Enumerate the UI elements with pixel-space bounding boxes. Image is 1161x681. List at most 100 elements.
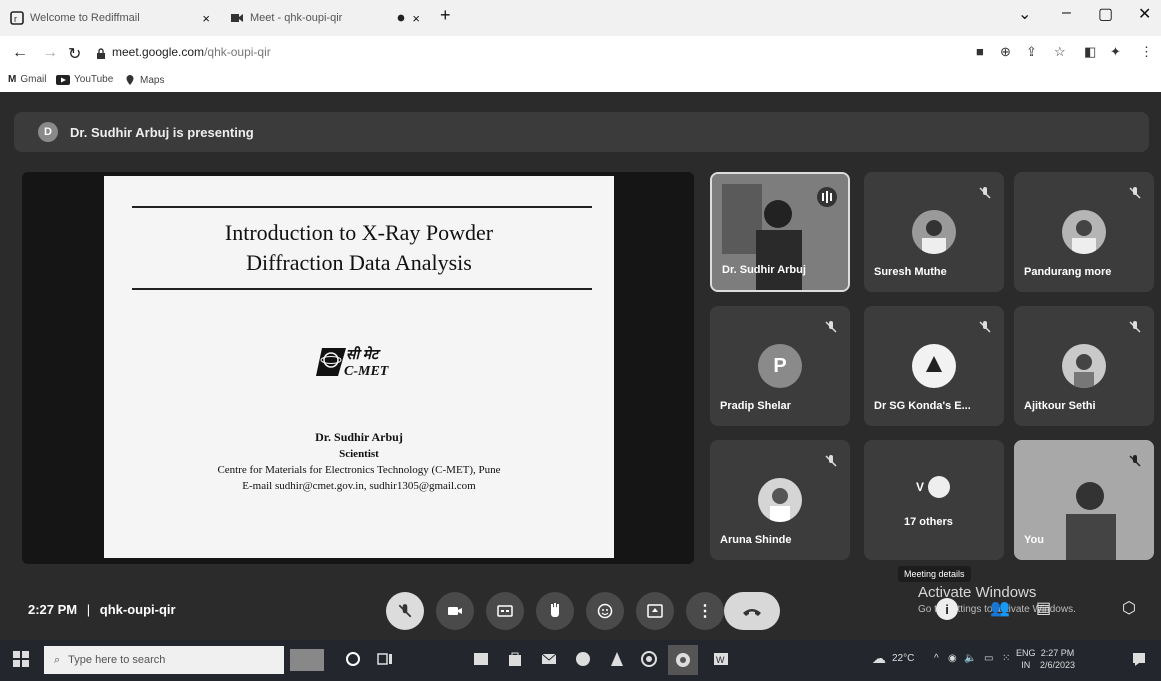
sidepanel-icon[interactable]: ◧ bbox=[1084, 44, 1096, 60]
chrome-active-app[interactable] bbox=[668, 645, 698, 675]
participant-name: 17 others bbox=[904, 516, 953, 528]
cmet-logo-icon: सी मेट C-MET bbox=[316, 346, 390, 379]
tab-rediffmail[interactable]: r Welcome to Rediffmail × bbox=[10, 6, 210, 30]
presentation-slide: Introduction to X-Ray Powder Diffraction… bbox=[104, 176, 614, 558]
more-options-button[interactable]: ⋮ bbox=[686, 592, 724, 630]
menu-kebab-icon[interactable]: ⋮ bbox=[1140, 44, 1153, 60]
maximize-button[interactable]: ▢ bbox=[1098, 4, 1113, 24]
participant-avatar bbox=[912, 344, 956, 388]
forward-arrow-icon[interactable]: → bbox=[42, 44, 58, 62]
tab-meet[interactable]: Meet - qhk-oupi-qir × bbox=[230, 6, 420, 30]
cortana-icon[interactable] bbox=[344, 650, 362, 668]
slide-title-line2: Diffraction Data Analysis bbox=[246, 250, 472, 275]
participant-tile[interactable]: Suresh Muthe bbox=[864, 172, 1004, 292]
bookmark-label: Maps bbox=[140, 74, 165, 86]
logo-hindi-text: सी मेट bbox=[346, 346, 381, 363]
share-icon[interactable]: ⇪ bbox=[1026, 44, 1037, 60]
bookmark-gmail[interactable]: M Gmail bbox=[8, 74, 46, 85]
participant-tile[interactable]: P Pradip Shelar bbox=[710, 306, 850, 426]
more-vert-icon: ⋮ bbox=[697, 603, 713, 620]
windows-start-icon[interactable] bbox=[12, 650, 30, 668]
wifi-icon[interactable]: ⁙ bbox=[1002, 653, 1010, 664]
search-highlight-image[interactable] bbox=[290, 649, 324, 671]
participant-tile[interactable]: Dr SG Konda's E... bbox=[864, 306, 1004, 426]
url-domain: meet.google.com bbox=[112, 45, 205, 59]
raise-hand-button[interactable] bbox=[536, 592, 574, 630]
participant-avatar bbox=[912, 210, 956, 254]
tab-search-icon[interactable]: ⌄ bbox=[1018, 4, 1031, 24]
svg-text:r: r bbox=[14, 14, 17, 24]
chrome-app-icon[interactable] bbox=[640, 650, 658, 668]
participant-name: Ajitkour Sethi bbox=[1024, 400, 1096, 412]
tray-chevron-icon[interactable]: ^ bbox=[934, 653, 939, 664]
url-field[interactable]: meet.google.com/qhk-oupi-qir bbox=[112, 45, 271, 59]
calculator-app-icon[interactable] bbox=[472, 650, 490, 668]
reload-icon[interactable]: ↻ bbox=[68, 44, 81, 64]
camera-icon bbox=[448, 607, 462, 615]
task-view-icon[interactable] bbox=[376, 650, 394, 668]
close-window-button[interactable]: ✕ bbox=[1138, 4, 1151, 24]
camera-toggle-button[interactable] bbox=[436, 592, 474, 630]
participant-tile[interactable]: Dr. Sudhir Arbuj bbox=[710, 172, 850, 292]
camera-in-use-icon[interactable]: ■ bbox=[976, 44, 984, 59]
taskbar-search-box[interactable]: ⌕ Type here to search bbox=[44, 646, 284, 674]
participant-tile-others[interactable]: V 17 others bbox=[864, 440, 1004, 560]
tab-title: Meet - qhk-oupi-qir bbox=[250, 12, 343, 24]
tab-close-button[interactable]: × bbox=[412, 11, 420, 26]
participant-tile-self[interactable]: You bbox=[1014, 440, 1154, 560]
bookmark-youtube[interactable]: YouTube bbox=[56, 74, 113, 85]
language-indicator[interactable]: ENG IN bbox=[1016, 647, 1036, 671]
new-tab-button[interactable]: + bbox=[440, 5, 451, 26]
vlc-app-icon[interactable] bbox=[608, 650, 626, 668]
store-app-icon[interactable] bbox=[506, 650, 524, 668]
tab-close-button[interactable]: × bbox=[202, 11, 210, 26]
weather-icon[interactable]: ☁ bbox=[872, 650, 886, 667]
maps-icon bbox=[126, 75, 134, 85]
slide-email: E-mail sudhir@cmet.gov.in, sudhir1305@gm… bbox=[242, 480, 476, 492]
chat-icon[interactable]: ▤ bbox=[1036, 598, 1051, 618]
captions-icon bbox=[497, 605, 513, 617]
meeting-code: qhk-oupi-qir bbox=[99, 602, 176, 617]
back-arrow-icon[interactable]: ← bbox=[12, 44, 28, 62]
participant-name: Dr SG Konda's E... bbox=[874, 400, 971, 412]
word-app-icon[interactable]: W bbox=[712, 650, 730, 668]
tray-meet-icon[interactable]: ◉ bbox=[948, 653, 957, 664]
url-path: /qhk-oupi-qir bbox=[204, 45, 271, 59]
meet-favicon-icon bbox=[231, 14, 243, 22]
people-icon[interactable]: 👥 bbox=[990, 598, 1010, 618]
participant-avatar bbox=[1062, 210, 1106, 254]
participant-tile[interactable]: Pandurang more bbox=[1014, 172, 1154, 292]
participant-name: You bbox=[1024, 534, 1044, 546]
extensions-icon[interactable]: ✦ bbox=[1110, 44, 1121, 60]
participant-tile[interactable]: Aruna Shinde bbox=[710, 440, 850, 560]
taskbar-clock[interactable]: 2:27 PM 2/6/2023 bbox=[1040, 647, 1075, 671]
notifications-icon[interactable] bbox=[1130, 650, 1148, 668]
rediff-favicon-icon: r bbox=[10, 11, 24, 25]
captions-button[interactable] bbox=[486, 592, 524, 630]
present-button[interactable] bbox=[636, 592, 674, 630]
others-letter: V bbox=[916, 480, 925, 494]
presenting-text: Dr. Sudhir Arbuj is presenting bbox=[70, 124, 254, 140]
activities-icon[interactable]: ⬡ bbox=[1122, 598, 1136, 618]
mic-off-icon bbox=[825, 455, 837, 467]
battery-icon[interactable]: ▭ bbox=[984, 653, 993, 664]
meeting-info-icon[interactable]: i bbox=[936, 598, 958, 620]
chrome-app-icon bbox=[676, 653, 690, 667]
bookmark-star-icon[interactable]: ☆ bbox=[1054, 44, 1066, 60]
meeting-separator: | bbox=[86, 602, 91, 617]
weather-temp[interactable]: 22°C bbox=[892, 653, 914, 664]
mic-off-icon bbox=[1129, 321, 1141, 333]
minimize-button[interactable]: – bbox=[1062, 4, 1071, 22]
gmail-icon: M bbox=[8, 74, 17, 85]
mic-toggle-button[interactable] bbox=[386, 592, 424, 630]
volume-icon[interactable]: 🔈 bbox=[964, 653, 976, 664]
edge-app-icon[interactable] bbox=[574, 650, 592, 668]
zoom-icon[interactable]: ⊕ bbox=[1000, 44, 1011, 60]
reactions-button[interactable] bbox=[586, 592, 624, 630]
participant-tile[interactable]: Ajitkour Sethi bbox=[1014, 306, 1154, 426]
mail-app-icon[interactable] bbox=[540, 650, 558, 668]
present-screen-icon bbox=[647, 604, 663, 618]
bookmark-maps[interactable]: Maps bbox=[124, 74, 164, 86]
lang-top: ENG bbox=[1016, 648, 1036, 658]
end-call-button[interactable] bbox=[724, 592, 780, 630]
